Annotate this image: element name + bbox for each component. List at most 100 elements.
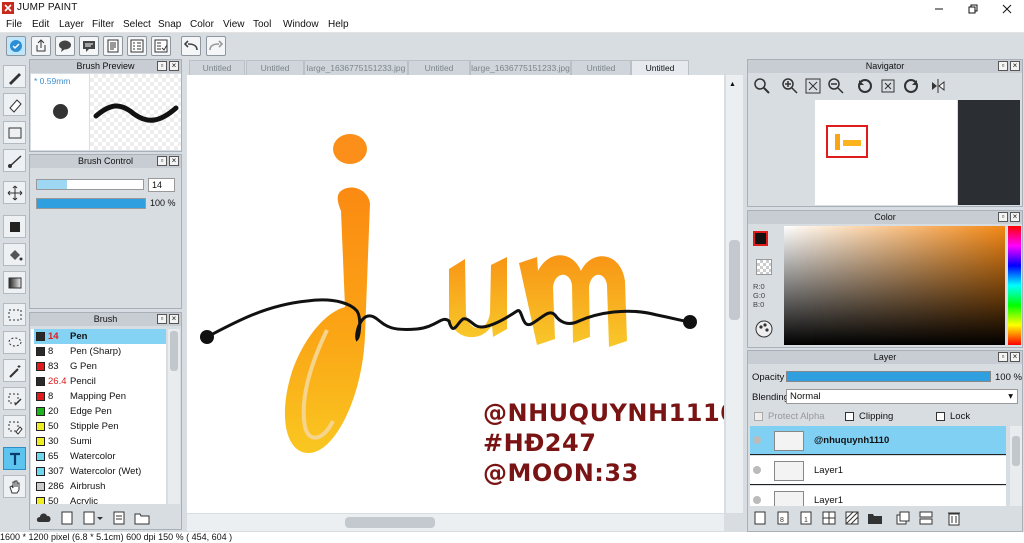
close-button[interactable] [990, 0, 1024, 17]
foreground-color-swatch[interactable] [753, 231, 768, 246]
message-button[interactable] [79, 36, 99, 56]
tool-select-rect[interactable] [3, 303, 26, 326]
tool-select-pen[interactable] [3, 387, 26, 410]
layer-folder-icon[interactable] [867, 510, 883, 526]
redo-button[interactable] [206, 36, 226, 56]
tool-move[interactable] [3, 181, 26, 204]
layer-opacity-slider[interactable] [786, 371, 991, 382]
merge-layer-icon[interactable] [918, 510, 934, 526]
tool-magic-wand[interactable] [3, 359, 26, 382]
navigator-thumbnail[interactable] [815, 100, 957, 205]
new-layer-1bit-icon[interactable]: 1 [798, 510, 814, 526]
tool-select-eraser[interactable] [3, 415, 26, 438]
zoom-in-icon[interactable] [781, 77, 799, 95]
document-tab[interactable]: large_1636775151233.jpg [470, 60, 571, 75]
clipping-checkbox[interactable] [845, 412, 854, 421]
tool-text[interactable] [3, 447, 26, 470]
document-tab[interactable]: Untitled [571, 60, 631, 75]
menu-color[interactable]: Color [190, 19, 214, 30]
brush-item[interactable]: 50 Stipple Pen [34, 419, 166, 434]
brush-settings-icon[interactable] [111, 510, 127, 526]
menu-snap[interactable]: Snap [158, 19, 181, 30]
document-tab[interactable]: Untitled [631, 60, 689, 75]
color-palette-icon[interactable] [755, 320, 773, 338]
menu-help[interactable]: Help [328, 19, 349, 30]
eye-icon[interactable] [753, 496, 761, 504]
tool-pen[interactable] [3, 65, 26, 88]
fit-screen-icon[interactable] [804, 77, 822, 95]
brush-folder-icon[interactable] [134, 510, 150, 526]
reset-rotation-icon[interactable] [879, 77, 897, 95]
checklist-button[interactable] [151, 36, 171, 56]
tool-eraser[interactable] [3, 93, 26, 116]
brush-opacity-slider[interactable] [36, 198, 146, 209]
document-tab[interactable]: Untitled [189, 60, 245, 75]
eye-icon[interactable] [753, 436, 761, 444]
panel-undock-icon[interactable]: ▫ [157, 314, 167, 324]
panel-close-icon[interactable]: × [169, 156, 179, 166]
canvas-vertical-scrollbar[interactable]: ▲ [726, 75, 743, 513]
menu-view[interactable]: View [223, 19, 245, 30]
horizontal-scroll-thumb[interactable] [345, 517, 435, 528]
hue-slider[interactable] [1008, 226, 1021, 345]
brush-list-scrollbar[interactable] [168, 329, 180, 504]
panel-close-icon[interactable]: × [169, 314, 179, 324]
brush-item[interactable]: 14 Pen [34, 329, 166, 344]
brush-item[interactable]: 307 Watercolor (Wet) [34, 464, 166, 479]
tool-line[interactable] [3, 149, 26, 172]
protect-alpha-checkbox[interactable] [754, 412, 763, 421]
transparent-color-swatch[interactable] [756, 259, 772, 275]
minimize-button[interactable] [922, 0, 956, 17]
brush-cloud-icon[interactable] [36, 510, 54, 526]
panel-undock-icon[interactable]: ▫ [998, 352, 1008, 362]
zoom-icon[interactable] [753, 77, 771, 95]
tool-lasso[interactable] [3, 331, 26, 354]
menu-file[interactable]: File [6, 19, 22, 30]
tool-rectangle[interactable] [3, 121, 26, 144]
maximize-button[interactable] [956, 0, 990, 17]
document-tab[interactable]: Untitled [246, 60, 304, 75]
tool-fill-rect[interactable] [3, 215, 26, 238]
brush-size-slider[interactable] [36, 179, 144, 190]
brush-size-input[interactable]: 14 [148, 178, 175, 192]
new-layer-8bit-icon[interactable]: 8 [775, 510, 791, 526]
duplicate-layer-icon[interactable] [895, 510, 911, 526]
new-brush-icon[interactable] [59, 510, 75, 526]
brush-item[interactable]: 26.4 Pencil [34, 374, 166, 389]
menu-layer[interactable]: Layer [59, 19, 84, 30]
rotate-right-icon[interactable] [902, 77, 920, 95]
panel-close-icon[interactable]: × [1010, 352, 1020, 362]
color-saturation-field[interactable] [784, 226, 1005, 345]
comment-button[interactable] [55, 36, 75, 56]
new-layer-icon[interactable] [752, 510, 768, 526]
document-tab[interactable]: large_1636775151233.jpg [304, 60, 408, 75]
panel-close-icon[interactable]: × [169, 61, 179, 71]
brush-item[interactable]: 8 Mapping Pen [34, 389, 166, 404]
panel-undock-icon[interactable]: ▫ [998, 61, 1008, 71]
brush-menu-icon[interactable] [82, 510, 104, 526]
panel-undock-icon[interactable]: ▫ [157, 61, 167, 71]
menu-select[interactable]: Select [123, 19, 151, 30]
delete-layer-icon[interactable] [946, 510, 962, 526]
brush-item[interactable]: 30 Sumi [34, 434, 166, 449]
panel-undock-icon[interactable]: ▫ [157, 156, 167, 166]
layer-row[interactable]: Layer1 [750, 486, 1006, 506]
rotate-left-icon[interactable] [856, 77, 874, 95]
panel-undock-icon[interactable]: ▫ [998, 212, 1008, 222]
menu-edit[interactable]: Edit [32, 19, 49, 30]
panel-close-icon[interactable]: × [1010, 212, 1020, 222]
vertical-scroll-thumb[interactable] [729, 240, 740, 320]
menu-filter[interactable]: Filter [92, 19, 114, 30]
panel-close-icon[interactable]: × [1010, 61, 1020, 71]
document-tab[interactable]: Untitled [408, 60, 470, 75]
brush-item[interactable]: 20 Edge Pen [34, 404, 166, 419]
lock-checkbox[interactable] [936, 412, 945, 421]
menu-window[interactable]: Window [283, 19, 319, 30]
tool-gradient[interactable] [3, 271, 26, 294]
blending-select[interactable]: Normal ▾ [786, 389, 1018, 404]
tool-bucket[interactable] [3, 243, 26, 266]
export-button[interactable] [31, 36, 51, 56]
undo-button[interactable] [181, 36, 201, 56]
layer-row[interactable]: Layer1 [750, 456, 1006, 485]
canvas-horizontal-scrollbar[interactable] [187, 514, 724, 531]
